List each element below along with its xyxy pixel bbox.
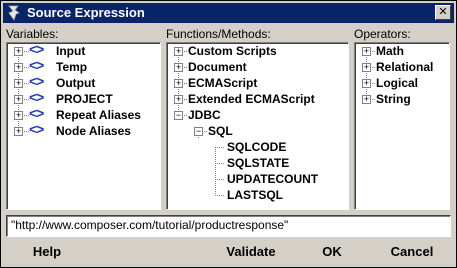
- expand-icon[interactable]: +: [14, 63, 23, 72]
- tree-item-extended-ecmascript[interactable]: + Extended ECMAScript: [167, 91, 345, 107]
- tree-item-label: LASTSQL: [227, 188, 283, 202]
- tree-item-label: Temp: [56, 60, 88, 74]
- tree-item-node-aliases[interactable]: + <> Node Aliases: [7, 121, 157, 139]
- cancel-button[interactable]: Cancel: [379, 242, 445, 262]
- tree-item-custom-scripts[interactable]: + Custom Scripts: [167, 43, 345, 59]
- tree-item-label: Input: [56, 44, 86, 58]
- tree-item-label: Document: [188, 60, 247, 74]
- expand-icon[interactable]: +: [174, 79, 183, 88]
- tree-item-sql[interactable]: − SQL: [167, 123, 345, 139]
- tree-item-label: String: [376, 92, 411, 106]
- collapse-icon[interactable]: −: [194, 127, 203, 136]
- expand-icon[interactable]: +: [14, 127, 23, 136]
- tree-item-updatecount[interactable]: UPDATECOUNT: [167, 171, 345, 187]
- tree-item-label: Logical: [376, 76, 419, 90]
- tree-item-label: PROJECT: [56, 92, 113, 106]
- tree-item-jdbc[interactable]: − JDBC: [167, 107, 345, 123]
- variable-icon: <>: [29, 121, 44, 137]
- variable-icon: <>: [29, 57, 44, 73]
- expand-icon[interactable]: +: [14, 95, 23, 104]
- tree-item-math[interactable]: + Math: [355, 43, 447, 59]
- tree-item-label: SQLCODE: [227, 140, 287, 154]
- ok-button[interactable]: OK: [311, 242, 353, 262]
- help-button[interactable]: Help: [21, 242, 73, 262]
- close-icon: ✕: [438, 6, 448, 18]
- tree-item-label: Custom Scripts: [188, 44, 277, 58]
- tree-item-label: SQL: [208, 124, 233, 138]
- app-icon: [8, 5, 20, 21]
- tree-item-label: UPDATECOUNT: [227, 172, 319, 186]
- expand-icon[interactable]: +: [362, 95, 371, 104]
- tree-item-label: JDBC: [188, 108, 221, 122]
- tree-item-ecmascript[interactable]: + ECMAScript: [167, 75, 345, 91]
- expand-icon[interactable]: +: [362, 47, 371, 56]
- variable-icon: <>: [29, 41, 44, 57]
- expand-icon[interactable]: +: [14, 111, 23, 120]
- functions-label: Functions/Methods:: [166, 27, 271, 41]
- source-expression-dialog: Source Expression ✕ Variables: + <> Inpu…: [0, 0, 457, 268]
- tree-item-label: ECMAScript: [188, 76, 258, 90]
- tree-item-string[interactable]: + String: [355, 91, 447, 107]
- tree-item-sqlcode[interactable]: SQLCODE: [167, 139, 345, 155]
- operators-label: Operators:: [354, 27, 411, 41]
- window-title: Source Expression: [27, 5, 145, 20]
- tree-item-relational[interactable]: + Relational: [355, 59, 447, 75]
- functions-tree[interactable]: + Custom Scripts + Document + ECMAScript…: [166, 42, 349, 210]
- tree-item-label: Node Aliases: [56, 124, 131, 138]
- variables-label: Variables:: [6, 27, 59, 41]
- tree-item-label: SQLSTATE: [227, 156, 290, 170]
- tree-item-label: Math: [376, 44, 404, 58]
- tree-item-document[interactable]: + Document: [167, 59, 345, 75]
- variable-icon: <>: [29, 73, 44, 89]
- variables-tree[interactable]: + <> Input + <> Temp + <> Output + <> PR…: [6, 42, 161, 210]
- expand-icon[interactable]: +: [362, 79, 371, 88]
- collapse-icon[interactable]: −: [174, 111, 183, 120]
- expand-icon[interactable]: +: [14, 47, 23, 56]
- expand-icon[interactable]: +: [174, 63, 183, 72]
- tree-item-lastsql[interactable]: LASTSQL: [167, 187, 345, 203]
- title-bar[interactable]: Source Expression ✕: [3, 3, 454, 23]
- validate-button[interactable]: Validate: [215, 242, 287, 262]
- expand-icon[interactable]: +: [174, 95, 183, 104]
- tree-item-logical[interactable]: + Logical: [355, 75, 447, 91]
- expand-icon[interactable]: +: [362, 63, 371, 72]
- expand-icon[interactable]: +: [174, 47, 183, 56]
- expression-input[interactable]: "http://www.composer.com/tutorial/produc…: [6, 215, 451, 237]
- close-button[interactable]: ✕: [435, 5, 451, 20]
- tree-item-label: Extended ECMAScript: [188, 92, 315, 106]
- variable-icon: <>: [29, 89, 44, 105]
- operators-tree[interactable]: + Math + Relational + Logical + String: [354, 42, 450, 210]
- variable-icon: <>: [29, 105, 44, 121]
- tree-item-label: Relational: [376, 60, 434, 74]
- tree-item-sqlstate[interactable]: SQLSTATE: [167, 155, 345, 171]
- tree-item-label: Repeat Aliases: [56, 108, 141, 122]
- tree-item-label: Output: [56, 76, 96, 90]
- expand-icon[interactable]: +: [14, 79, 23, 88]
